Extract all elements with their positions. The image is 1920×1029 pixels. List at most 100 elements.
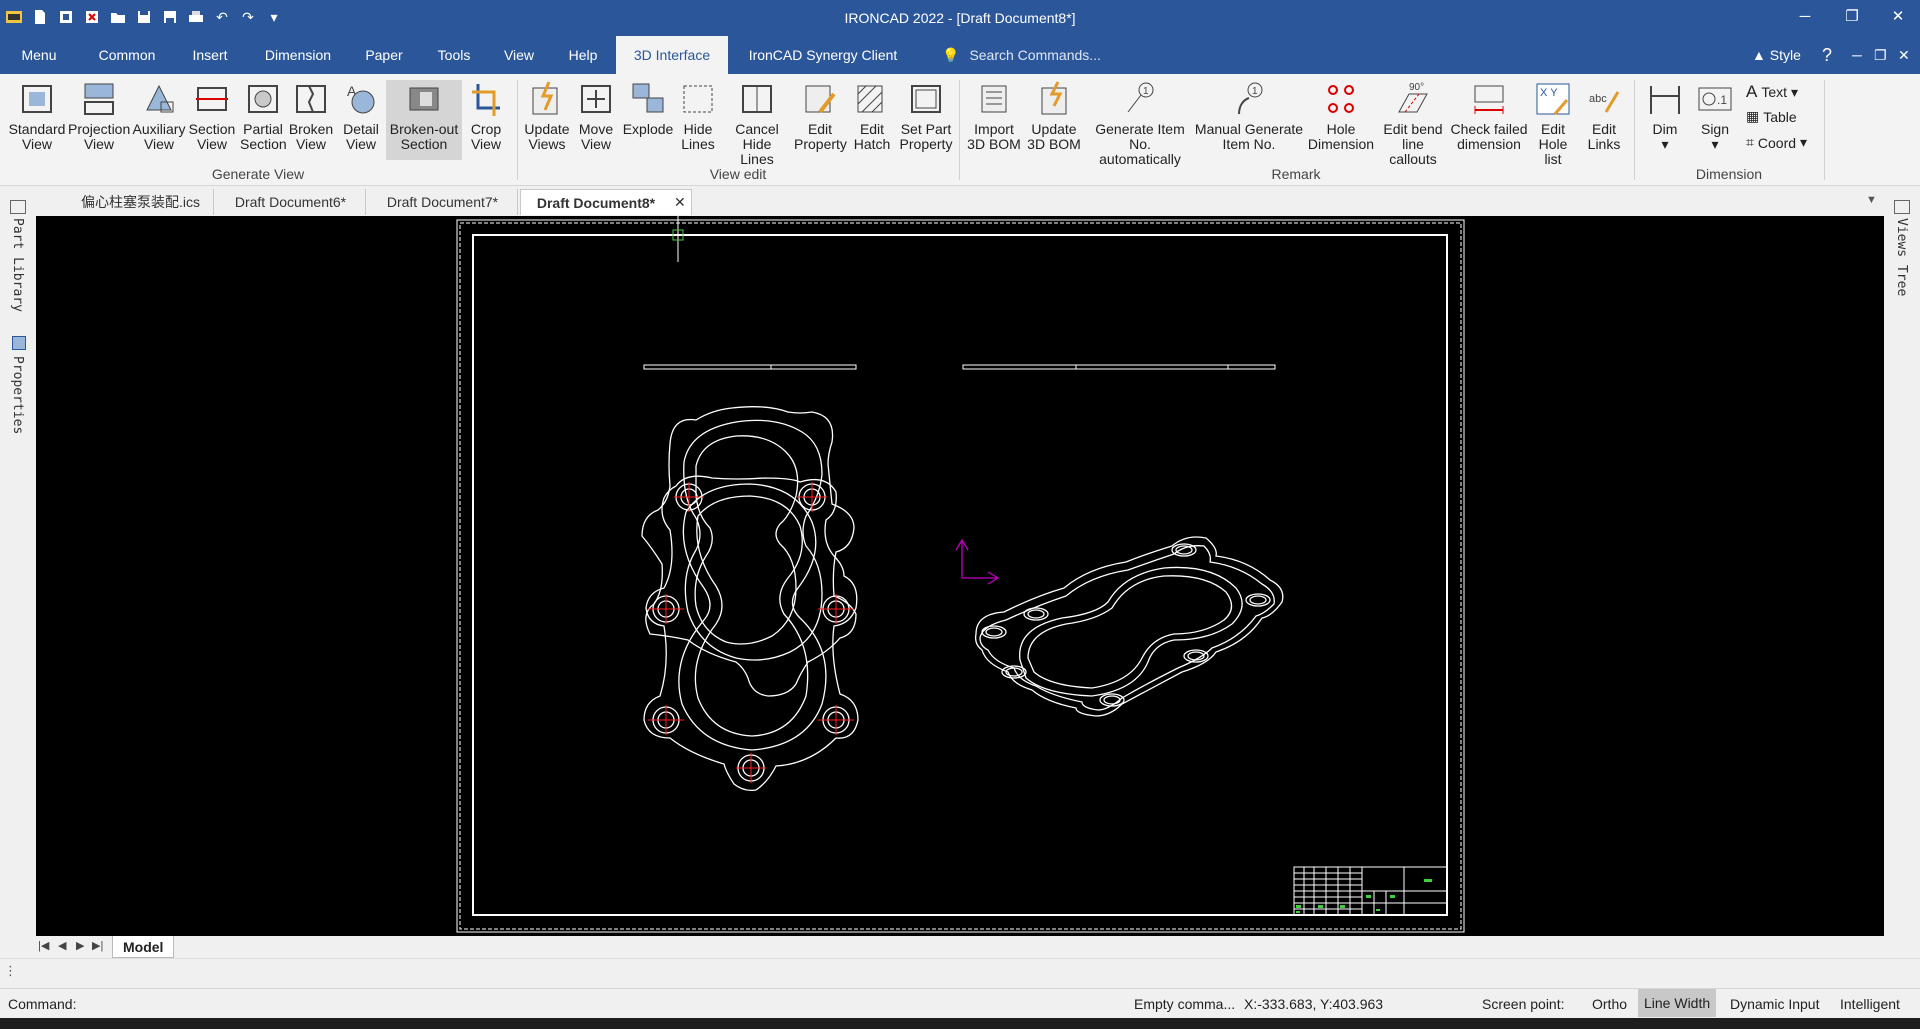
move-view-button[interactable]: Move View [574,80,618,152]
tab-dimension[interactable]: Dimension [256,36,340,74]
auxiliary-view-button[interactable]: Auxiliary View [130,80,188,152]
button-label: Broken-out [389,121,459,137]
tab-list-dropdown-icon[interactable]: ▼ [1866,194,1877,206]
part-library-tab[interactable]: Part Library [10,218,25,312]
sign-button[interactable]: .1 Sign ▾ [1692,80,1738,152]
close-tab-icon[interactable]: ✕ [674,194,686,211]
import-3d-bom-button[interactable]: Import 3D BOM [964,80,1024,152]
first-sheet-icon[interactable]: |◀ [38,939,49,952]
button-label: Links [1587,136,1621,152]
projection-view-button[interactable]: Projection View [68,80,130,152]
edit-property-button[interactable]: Edit Property [794,80,847,152]
set-part-property-button[interactable]: Set Part Property [898,80,954,152]
edit-bend-line-callouts-button[interactable]: 90° Edit bend line callouts [1378,80,1448,167]
sign-icon: .1 [1698,87,1732,111]
search-input[interactable]: Search Commands... [969,47,1101,63]
tab-3d-interface[interactable]: 3D Interface [616,36,728,74]
views-tree-icon[interactable] [1894,200,1910,214]
broken-out-section-button[interactable]: Broken-out Section [386,80,462,160]
button-label: Sign [1700,121,1730,137]
tab-common[interactable]: Common [88,36,166,74]
edit-hatch-button[interactable]: Edit Hatch [850,80,894,152]
tab-menu[interactable]: Menu [0,36,78,74]
top-view-line-right[interactable] [962,364,1276,370]
update-3d-bom-button[interactable]: Update 3D BOM [1024,80,1084,152]
button-label: Auxiliary [132,121,186,137]
prev-sheet-icon[interactable]: ◀ [58,939,66,952]
properties-icon[interactable] [12,336,26,350]
style-menu[interactable]: ▲ Style [1752,36,1801,74]
ortho-toggle[interactable]: Ortho [1592,996,1627,1012]
doc-tab-label: Draft Document8* [536,195,656,211]
partial-section-button[interactable]: Partial Section [240,80,287,152]
button-label: dimension [1457,136,1521,152]
front-view-gasket[interactable] [641,406,857,697]
hole-dimension-button[interactable]: Hole Dimension [1306,80,1376,152]
section-view-button[interactable]: Section View [188,80,236,152]
tab-insert[interactable]: Insert [180,36,240,74]
button-label: Standard [8,121,66,137]
tab-help[interactable]: Help [556,36,610,74]
doc-minimize-icon[interactable]: ─ [1852,36,1862,74]
last-sheet-icon[interactable]: ▶| [92,939,103,952]
coord-button[interactable]: ⌗ Coord ▾ [1746,134,1807,151]
tab-tools[interactable]: Tools [426,36,482,74]
doc-tab-draft7[interactable]: Draft Document7* [368,189,518,215]
text-button[interactable]: A Text ▾ [1746,82,1798,102]
intelligent-toggle[interactable]: Intelligent [1840,996,1900,1012]
check-failed-dimension-button[interactable]: Check failed dimension [1450,80,1528,152]
crop-view-button[interactable]: Crop View [464,80,508,152]
next-sheet-icon[interactable]: ▶ [76,939,84,952]
command-history-grip-icon[interactable]: ⋮ [4,963,17,979]
table-button[interactable]: ▦ Table [1746,108,1797,125]
dim-button[interactable]: Dim ▾ [1640,80,1690,152]
dynamic-input-toggle[interactable]: Dynamic Input [1730,996,1819,1012]
doc-tab-draft8[interactable]: Draft Document8* [520,189,692,215]
command-input[interactable] [88,996,988,1014]
tab-view[interactable]: View [494,36,544,74]
sheet-dashed-border [459,222,1462,930]
auxiliary-view-icon [146,84,174,113]
update-views-button[interactable]: Update Views [522,80,572,152]
properties-tab[interactable]: Properties [10,356,25,434]
hide-lines-button[interactable]: Hide Lines [676,80,720,152]
generate-item-no-button[interactable]: 1 Generate Item No. automatically [1088,80,1192,167]
help-icon[interactable]: ? [1822,36,1832,74]
top-view-line-left[interactable] [643,364,857,370]
explode-button[interactable]: Explode [622,80,674,137]
cancel-hide-lines-button[interactable]: Cancel Hide Lines [724,80,790,167]
manual-generate-item-no-button[interactable]: 1 Manual Generate Item No. [1194,80,1304,152]
doc-tab-draft6[interactable]: Draft Document6* [216,189,366,215]
style-label: Style [1769,47,1801,63]
tab-ironcad-synergy-client[interactable]: IronCAD Synergy Client [738,36,908,74]
sheet-tab-model[interactable]: Model [112,936,175,958]
front-view-outline [643,475,859,792]
search-commands[interactable]: 💡 Search Commands... [942,36,1101,74]
restore-icon[interactable]: ❐ [1832,4,1872,30]
doc-tab-assembly[interactable]: 偏心柱塞泵装配.ics [68,189,214,215]
drawing-canvas[interactable] [36,216,1884,936]
isometric-view-gasket[interactable] [974,536,1284,717]
broken-view-button[interactable]: Broken View [288,80,334,152]
edit-hatch-icon [857,85,883,113]
drawing-sheet[interactable] [36,216,1884,936]
button-label: Check failed [1450,121,1528,137]
doc-close-icon[interactable]: ✕ [1898,36,1910,74]
close-icon[interactable]: ✕ [1878,4,1918,30]
lightbulb-icon: 💡 [942,47,960,63]
button-label: Broken [288,121,334,137]
part-library-icon[interactable] [10,200,26,214]
line-width-toggle[interactable]: Line Width [1638,989,1717,1017]
detail-view-button[interactable]: A Detail View [338,80,384,152]
title-block[interactable] [1293,866,1448,916]
screen-point-label: Screen point: [1482,996,1565,1012]
balloon-icon: 1 [1127,82,1154,113]
edit-links-button[interactable]: abc Edit Links [1580,80,1628,152]
tab-paper[interactable]: Paper [356,36,412,74]
standard-view-button[interactable]: Standard View [6,80,68,152]
edit-hole-list-button[interactable]: X Y Edit Hole list [1530,80,1576,167]
views-tree-tab[interactable]: Views Tree [1894,218,1909,296]
minimize-icon[interactable]: ─ [1785,4,1825,30]
button-label: Lines [681,136,715,152]
doc-restore-icon[interactable]: ❐ [1874,36,1887,74]
